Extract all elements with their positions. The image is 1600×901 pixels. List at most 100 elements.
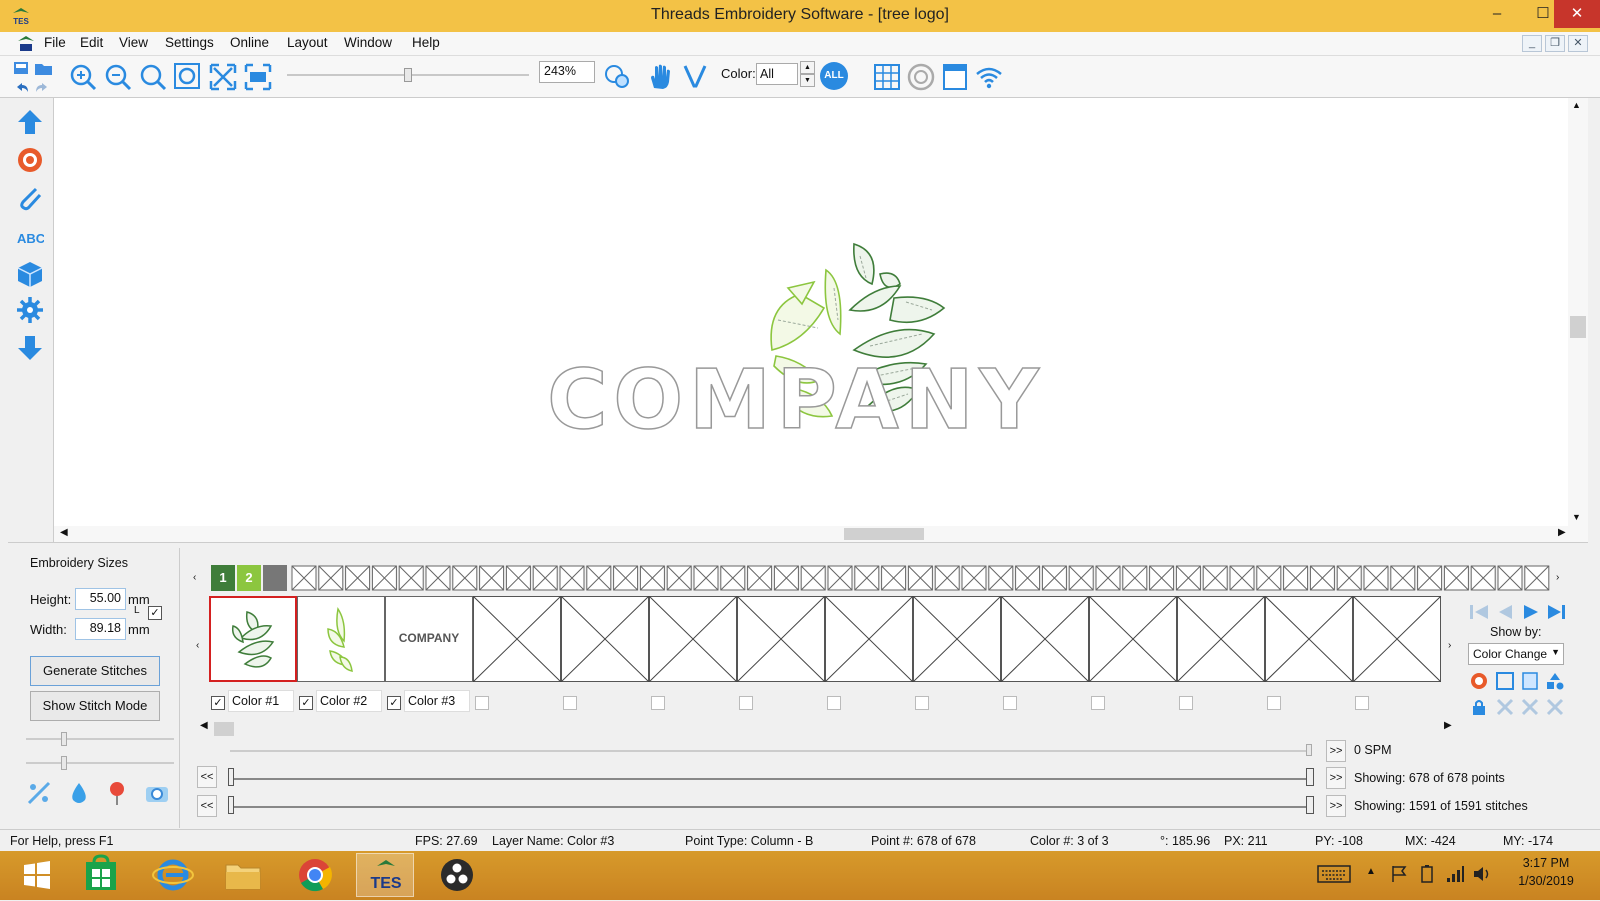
- panel-slider-1[interactable]: [26, 732, 174, 746]
- canvas-horizontal-scrollbar[interactable]: ◀ ▶: [54, 526, 1588, 542]
- file-explorer-icon[interactable]: [214, 853, 272, 897]
- minimize-button[interactable]: –: [1474, 0, 1520, 28]
- empty-swatch[interactable]: [1122, 565, 1148, 591]
- menu-settings[interactable]: Settings: [165, 35, 214, 50]
- delete-x-icon-1[interactable]: [1495, 697, 1515, 717]
- scroll-right-icon[interactable]: ▶: [1558, 527, 1566, 538]
- menu-edit[interactable]: Edit: [80, 35, 103, 50]
- needle-tool-icon[interactable]: [680, 62, 710, 92]
- menu-view[interactable]: View: [119, 35, 148, 50]
- empty-swatch[interactable]: [1202, 565, 1228, 591]
- zoom-100-icon[interactable]: [243, 62, 273, 92]
- scroll-left-icon[interactable]: ◀: [60, 527, 68, 538]
- empty-color-checkbox[interactable]: [1355, 696, 1369, 710]
- shapes-icon[interactable]: [1545, 671, 1565, 691]
- color-2-checkbox[interactable]: ✓: [299, 696, 313, 710]
- generate-stitches-button[interactable]: Generate Stitches: [30, 656, 160, 686]
- color-layer-2-preview[interactable]: [297, 596, 385, 682]
- lock-icon[interactable]: [1469, 697, 1489, 717]
- menu-layout[interactable]: Layout: [287, 35, 328, 50]
- grid-tool-icon[interactable]: [602, 62, 632, 92]
- color-3-checkbox[interactable]: ✓: [387, 696, 401, 710]
- show-by-select[interactable]: Color Change ▼: [1468, 643, 1564, 665]
- width-input[interactable]: 89.18: [75, 618, 126, 640]
- prev-frame-icon[interactable]: [1494, 602, 1516, 622]
- chrome-icon[interactable]: [286, 853, 344, 897]
- swatch-2[interactable]: 2: [237, 565, 261, 591]
- stitches-slider[interactable]: [228, 796, 1314, 814]
- empty-color-checkbox[interactable]: [1003, 696, 1017, 710]
- empty-color-checkbox[interactable]: [739, 696, 753, 710]
- vertical-scroll-thumb[interactable]: [1570, 316, 1586, 338]
- layers-horizontal-scrollbar[interactable]: ◀ ▶: [200, 720, 1456, 736]
- ruler-icon[interactable]: [26, 780, 52, 806]
- empty-swatch[interactable]: [1283, 565, 1309, 591]
- empty-swatch[interactable]: [532, 565, 558, 591]
- close-button[interactable]: ✕: [1554, 0, 1600, 28]
- empty-swatch[interactable]: [1229, 565, 1255, 591]
- color-1-checkbox[interactable]: ✓: [211, 696, 225, 710]
- empty-swatch[interactable]: [1309, 565, 1335, 591]
- gear-icon[interactable]: [16, 296, 44, 324]
- tes-taskbar-button[interactable]: TES: [356, 853, 414, 897]
- move-up-icon[interactable]: [16, 108, 44, 136]
- empty-color-checkbox[interactable]: [1091, 696, 1105, 710]
- empty-swatch[interactable]: [827, 565, 853, 591]
- first-frame-icon[interactable]: [1468, 602, 1490, 622]
- swatch-scroll-right-icon[interactable]: ›: [1556, 565, 1568, 591]
- height-input[interactable]: 55.00: [75, 588, 126, 610]
- layers-scroll-thumb[interactable]: [214, 722, 234, 736]
- speed-forward-button[interactable]: >>: [1326, 740, 1346, 762]
- empty-swatch[interactable]: [1524, 565, 1550, 591]
- swatch-3[interactable]: [263, 565, 287, 591]
- swatch-scroll-left-icon[interactable]: ‹: [193, 565, 205, 591]
- empty-swatch[interactable]: [747, 565, 773, 591]
- background-icon[interactable]: [940, 62, 970, 92]
- empty-swatch[interactable]: [988, 565, 1014, 591]
- empty-swatch[interactable]: [371, 565, 397, 591]
- frame-icon[interactable]: [1495, 671, 1515, 691]
- scroll-up-icon[interactable]: ▲: [1572, 100, 1581, 110]
- empty-swatch[interactable]: [586, 565, 612, 591]
- document-icon[interactable]: [1520, 671, 1540, 691]
- show-stitch-mode-button[interactable]: Show Stitch Mode: [30, 691, 160, 721]
- color-spin-down[interactable]: ▼: [800, 74, 815, 87]
- mdi-restore-button[interactable]: ❐: [1545, 35, 1565, 52]
- empty-swatch[interactable]: [318, 565, 344, 591]
- stop-target-icon[interactable]: [1469, 671, 1489, 691]
- menu-file[interactable]: File: [44, 35, 66, 50]
- hoop-icon[interactable]: [906, 62, 936, 92]
- zoom-value-input[interactable]: 243%: [539, 61, 595, 83]
- empty-swatch[interactable]: [1417, 565, 1443, 591]
- empty-swatch[interactable]: [693, 565, 719, 591]
- menu-window[interactable]: Window: [344, 35, 392, 50]
- network-icon[interactable]: [1445, 864, 1465, 884]
- zoom-slider[interactable]: [287, 68, 529, 82]
- text-tool-icon[interactable]: ABC: [16, 222, 46, 250]
- empty-color-checkbox[interactable]: [1267, 696, 1281, 710]
- mdi-close-button[interactable]: ✕: [1568, 35, 1588, 52]
- empty-swatch[interactable]: [613, 565, 639, 591]
- canvas-vertical-scrollbar[interactable]: ▲ ▼: [1568, 98, 1588, 526]
- delete-x-icon-2[interactable]: [1520, 697, 1540, 717]
- design-canvas[interactable]: COMPANY: [54, 98, 1578, 526]
- empty-swatch[interactable]: [559, 565, 585, 591]
- zoom-icon[interactable]: [138, 62, 168, 92]
- menu-help[interactable]: Help: [412, 35, 440, 50]
- empty-swatch[interactable]: [639, 565, 665, 591]
- target-icon[interactable]: [16, 146, 44, 174]
- empty-swatch[interactable]: [1443, 565, 1469, 591]
- clock-date[interactable]: 1/30/2019: [1500, 874, 1592, 888]
- empty-swatch[interactable]: [1497, 565, 1523, 591]
- color-1-label[interactable]: Color #1: [228, 690, 294, 712]
- color-layer-3-preview[interactable]: COMPANY: [385, 596, 473, 682]
- scroll-down-icon[interactable]: ▼: [1572, 512, 1581, 522]
- layers-hscroll-left-icon[interactable]: ◀: [200, 720, 208, 731]
- panel-slider-2[interactable]: [26, 756, 174, 770]
- empty-swatch[interactable]: [773, 565, 799, 591]
- menu-online[interactable]: Online: [230, 35, 269, 50]
- flag-icon[interactable]: [1390, 864, 1408, 884]
- empty-swatch[interactable]: [1336, 565, 1362, 591]
- volume-icon[interactable]: [1472, 864, 1492, 884]
- paperclip-icon[interactable]: [16, 184, 44, 212]
